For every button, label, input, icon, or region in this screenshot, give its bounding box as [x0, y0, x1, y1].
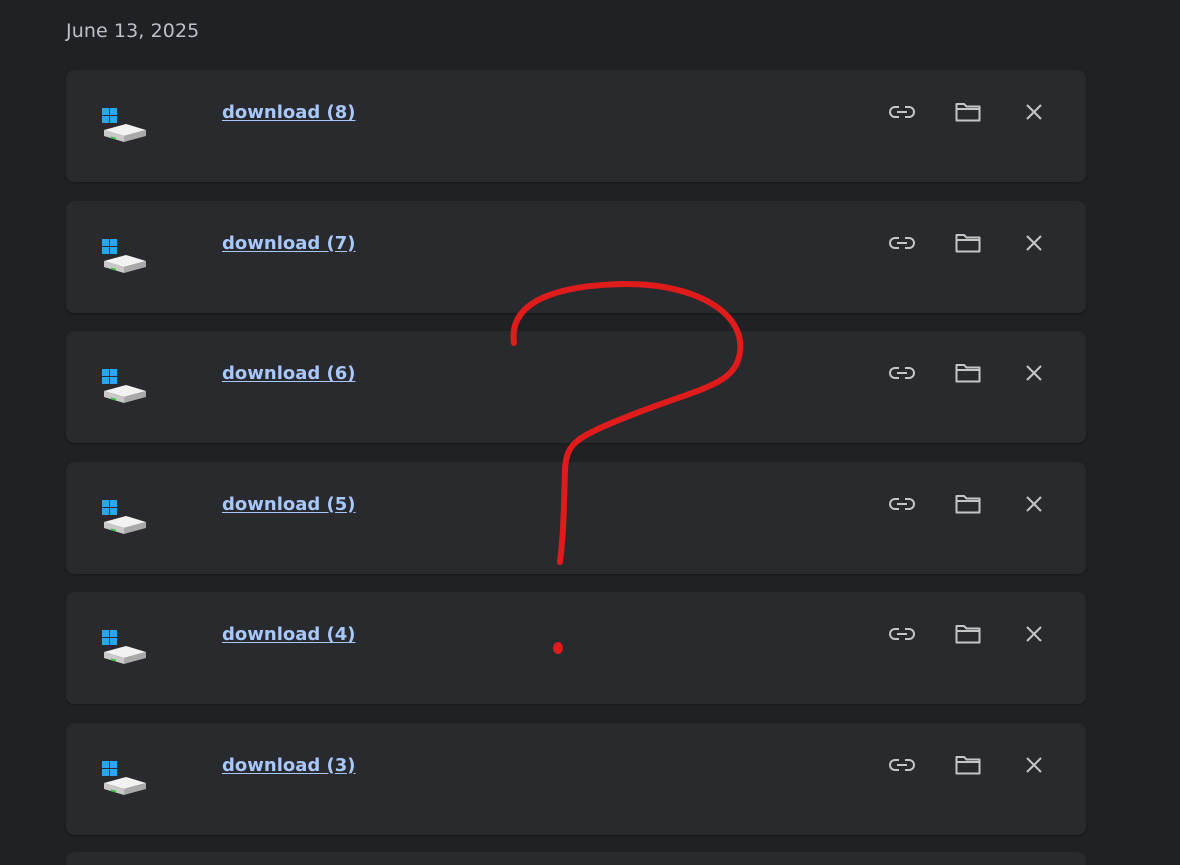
download-link[interactable]: download (3) — [222, 755, 356, 776]
folder-icon — [955, 625, 981, 644]
copy-link-button[interactable] — [874, 98, 930, 126]
download-item: download (4) — [66, 592, 1086, 704]
remove-button[interactable] — [1006, 490, 1062, 518]
show-in-folder-button[interactable] — [940, 751, 996, 779]
drive-installer-icon — [102, 499, 146, 534]
download-actions — [874, 620, 1062, 648]
show-in-folder-button[interactable] — [940, 620, 996, 648]
show-in-folder-button[interactable] — [940, 98, 996, 126]
download-link[interactable]: download (7) — [222, 233, 356, 254]
download-link[interactable]: download (8) — [222, 102, 356, 123]
download-item: download (5) — [66, 461, 1086, 574]
downloads-page: June 13, 2025 download (8) download (7) … — [0, 0, 1180, 865]
download-link[interactable]: download (5) — [222, 494, 356, 515]
remove-button[interactable] — [1006, 620, 1062, 648]
drive-installer-icon — [102, 108, 146, 142]
link-icon — [889, 758, 915, 771]
drive-installer-icon — [102, 630, 146, 664]
download-item: download (8) — [66, 70, 1086, 182]
download-actions — [874, 359, 1062, 387]
download-item: download (7) — [66, 200, 1086, 313]
drive-installer-icon — [102, 760, 146, 795]
download-link[interactable]: download (6) — [222, 363, 356, 384]
download-item: download (3) — [66, 722, 1086, 835]
download-link[interactable]: download (4) — [222, 624, 356, 645]
download-actions — [874, 751, 1062, 779]
copy-link-button[interactable] — [874, 620, 930, 648]
folder-icon — [955, 233, 981, 252]
link-icon — [889, 106, 915, 118]
show-in-folder-button[interactable] — [940, 229, 996, 257]
download-list: download (8) download (7) download (6) d… — [66, 70, 1086, 853]
folder-icon — [955, 103, 981, 122]
download-actions — [874, 98, 1062, 126]
show-in-folder-button[interactable] — [940, 359, 996, 387]
download-actions — [874, 490, 1062, 518]
link-icon — [889, 628, 915, 640]
drive-installer-icon — [102, 238, 146, 273]
folder-icon — [955, 364, 981, 383]
copy-link-button[interactable] — [874, 490, 930, 518]
folder-icon — [955, 755, 981, 774]
download-actions — [874, 229, 1062, 257]
remove-button[interactable] — [1006, 229, 1062, 257]
link-icon — [889, 236, 915, 249]
close-icon — [1026, 104, 1042, 120]
close-icon — [1026, 495, 1042, 512]
folder-icon — [955, 494, 981, 513]
remove-button[interactable] — [1006, 751, 1062, 779]
download-item-partial — [66, 852, 1086, 865]
drive-installer-icon — [102, 369, 146, 403]
close-icon — [1026, 234, 1042, 251]
remove-button[interactable] — [1006, 359, 1062, 387]
date-heading: June 13, 2025 — [66, 20, 200, 42]
show-in-folder-button[interactable] — [940, 490, 996, 518]
close-icon — [1026, 626, 1042, 642]
copy-link-button[interactable] — [874, 229, 930, 257]
copy-link-button[interactable] — [874, 359, 930, 387]
close-icon — [1026, 756, 1042, 773]
download-item: download (6) — [66, 331, 1086, 443]
copy-link-button[interactable] — [874, 751, 930, 779]
close-icon — [1026, 365, 1042, 381]
link-icon — [889, 497, 915, 510]
link-icon — [889, 367, 915, 379]
remove-button[interactable] — [1006, 98, 1062, 126]
